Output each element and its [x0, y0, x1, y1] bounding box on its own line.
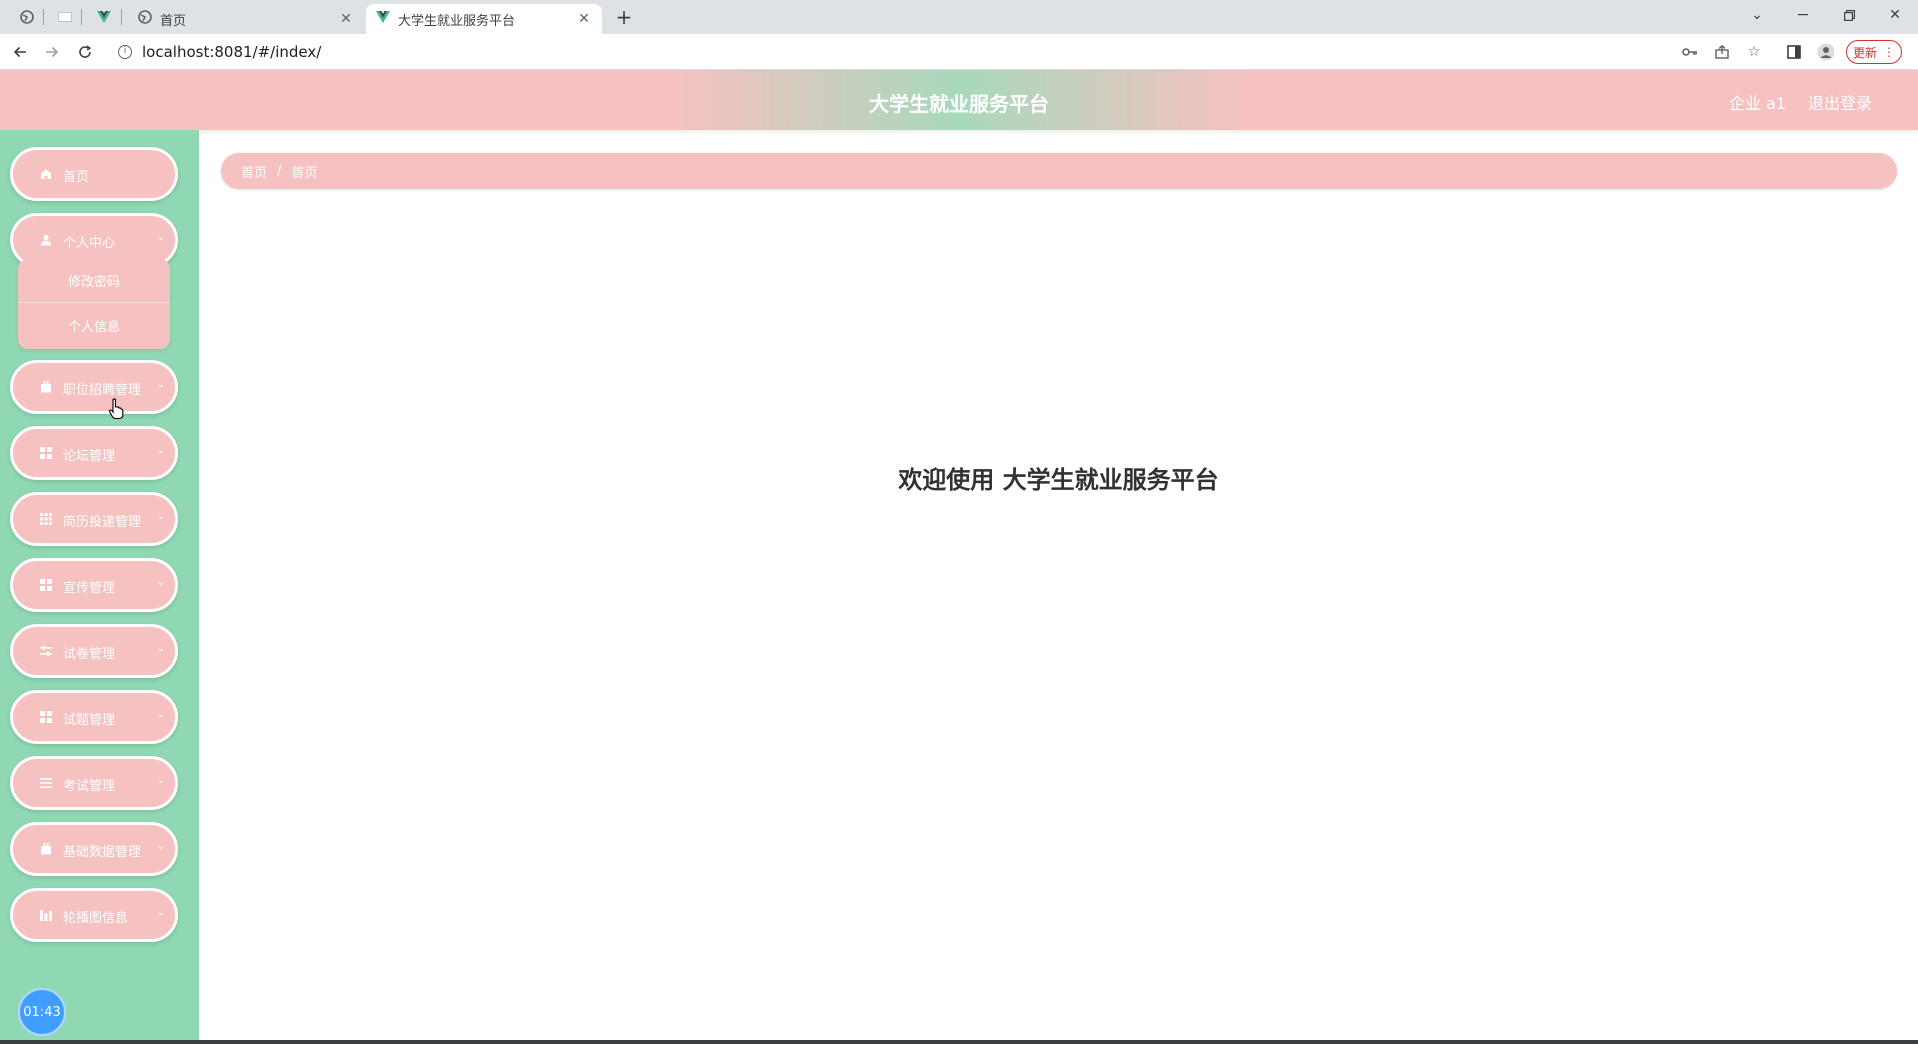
briefcase-icon: [40, 381, 52, 393]
profile-icon[interactable]: [1816, 42, 1836, 62]
grid-icon: [40, 711, 52, 723]
update-label: 更新: [1852, 45, 1877, 60]
app-title: 大学生就业服务平台: [869, 92, 1049, 116]
restore-icon[interactable]: [1826, 0, 1872, 30]
user-icon: [40, 234, 52, 246]
table-icon: [40, 513, 52, 525]
grid-icon: [40, 447, 52, 459]
share-icon[interactable]: [1712, 42, 1732, 62]
sidebar-item-label: 考试管理: [63, 779, 116, 794]
sidebar-item-label: 个人中心: [63, 236, 116, 251]
chevron-down-icon: ⌄: [156, 379, 165, 390]
sidebar-item-questions[interactable]: 试题管理 ⌄: [10, 690, 178, 744]
sidebar-item-exam[interactable]: 考试管理 ⌄: [10, 756, 178, 810]
close-icon[interactable]: ✕: [576, 11, 592, 27]
breadcrumb-separator: /: [277, 163, 282, 179]
more-vert-icon: ⋮: [1883, 45, 1895, 59]
chevron-down-icon: ⌄: [156, 775, 165, 786]
info-icon[interactable]: i: [118, 45, 132, 59]
close-window-icon[interactable]: ✕: [1872, 0, 1918, 30]
app-header: 大学生就业服务平台 企业 a1 退出登录: [0, 70, 1918, 130]
plus-icon[interactable]: +: [612, 6, 636, 30]
breadcrumb-item[interactable]: 首页: [241, 162, 267, 181]
breadcrumb-item: 首页: [291, 165, 318, 181]
reload-icon[interactable]: [73, 40, 97, 64]
sidebar-item-carousel[interactable]: 轮播图信息 ⌄: [10, 888, 178, 942]
submenu-item-personal-info[interactable]: 个人信息: [18, 303, 170, 347]
sidebar-item-label: 论坛管理: [63, 449, 116, 464]
sidebar-item-label: 首页: [63, 170, 90, 185]
chevron-down-icon: ⌄: [156, 907, 165, 918]
update-button[interactable]: 更新 ⋮: [1846, 40, 1902, 64]
sidebar-item-label: 试卷管理: [63, 647, 116, 662]
sidebar-item-forum[interactable]: 论坛管理 ⌄: [10, 426, 178, 480]
close-icon[interactable]: ✕: [338, 11, 354, 27]
sidebar-item-label: 试题管理: [63, 713, 116, 728]
sidebar-item-label: 简历投递管理: [63, 515, 142, 530]
globe-icon[interactable]: [16, 7, 38, 27]
submenu-item-change-password[interactable]: 修改密码: [18, 259, 170, 303]
side-panel-icon[interactable]: [1784, 42, 1804, 62]
sliders-icon: [40, 645, 52, 657]
tab-platform[interactable]: 大学生就业服务平台 ✕: [366, 4, 602, 34]
chart-icon: [40, 909, 52, 921]
sidebar-item-publicity[interactable]: 宣传管理 ⌄: [10, 558, 178, 612]
key-icon[interactable]: [1680, 42, 1700, 62]
vue-logo-icon: [376, 11, 390, 27]
breadcrumb: 首页 / 首页: [221, 153, 1897, 189]
browser-tab-bar: 首页 ✕ 大学生就业服务平台 ✕ + ⌄ ✕: [0, 0, 1918, 34]
sidebar-item-resume-delivery[interactable]: 简历投递管理 ⌄: [10, 492, 178, 546]
grid-icon: [40, 579, 52, 591]
briefcase-icon: [40, 843, 52, 855]
chevron-down-icon: ⌄: [156, 511, 165, 522]
sidebar-item-home[interactable]: 首页: [10, 147, 178, 201]
chevron-down-icon: ⌄: [156, 232, 165, 243]
tab-title: 大学生就业服务平台: [398, 13, 516, 29]
address-bar: i localhost:8081/#/index/ ☆ 更新 ⋮: [0, 34, 1918, 70]
welcome-message: 欢迎使用 大学生就业服务平台: [898, 466, 1219, 494]
blank-page-icon[interactable]: [54, 7, 76, 27]
minimize-icon[interactable]: [1780, 0, 1826, 30]
chevron-down-icon: ⌄: [156, 643, 165, 654]
star-icon[interactable]: ☆: [1744, 42, 1764, 62]
sidebar-item-job-recruitment[interactable]: 职位招聘管理 ⌄: [10, 360, 178, 414]
forward-icon[interactable]: [40, 40, 64, 64]
sidebar-item-label: 基础数据管理: [63, 845, 142, 860]
sidebar-item-label: 轮播图信息: [63, 911, 129, 926]
chevron-down-icon: ⌄: [156, 841, 165, 852]
tab-home[interactable]: 首页 ✕: [128, 4, 364, 34]
home-icon: [40, 168, 52, 180]
list-icon: [40, 777, 52, 789]
vue-logo-icon[interactable]: [93, 7, 115, 27]
sidebar-item-label: 宣传管理: [63, 581, 116, 596]
globe-icon: [138, 10, 152, 28]
tab-title: 首页: [160, 13, 187, 29]
back-icon[interactable]: [8, 40, 32, 64]
chevron-down-icon: ⌄: [156, 577, 165, 588]
taskbar-edge: [0, 1040, 1918, 1044]
chevron-down-icon[interactable]: ⌄: [1734, 0, 1780, 30]
logout-link[interactable]: 退出登录: [1808, 90, 1872, 114]
clock-badge: 01:43: [18, 988, 66, 1036]
url-text: localhost:8081/#/index/: [142, 43, 322, 61]
personal-center-submenu: 修改密码 个人信息: [18, 259, 170, 349]
url-bar[interactable]: i localhost:8081/#/index/: [108, 37, 1898, 67]
chevron-down-icon: ⌄: [156, 445, 165, 456]
sidebar-item-exam-paper[interactable]: 试卷管理 ⌄: [10, 624, 178, 678]
current-user[interactable]: 企业 a1: [1729, 90, 1786, 114]
chevron-down-icon: ⌄: [156, 709, 165, 720]
sidebar-item-label: 职位招聘管理: [63, 383, 142, 398]
sidebar-item-basic-data[interactable]: 基础数据管理 ⌄: [10, 822, 178, 876]
hand-cursor-icon: [108, 398, 124, 424]
